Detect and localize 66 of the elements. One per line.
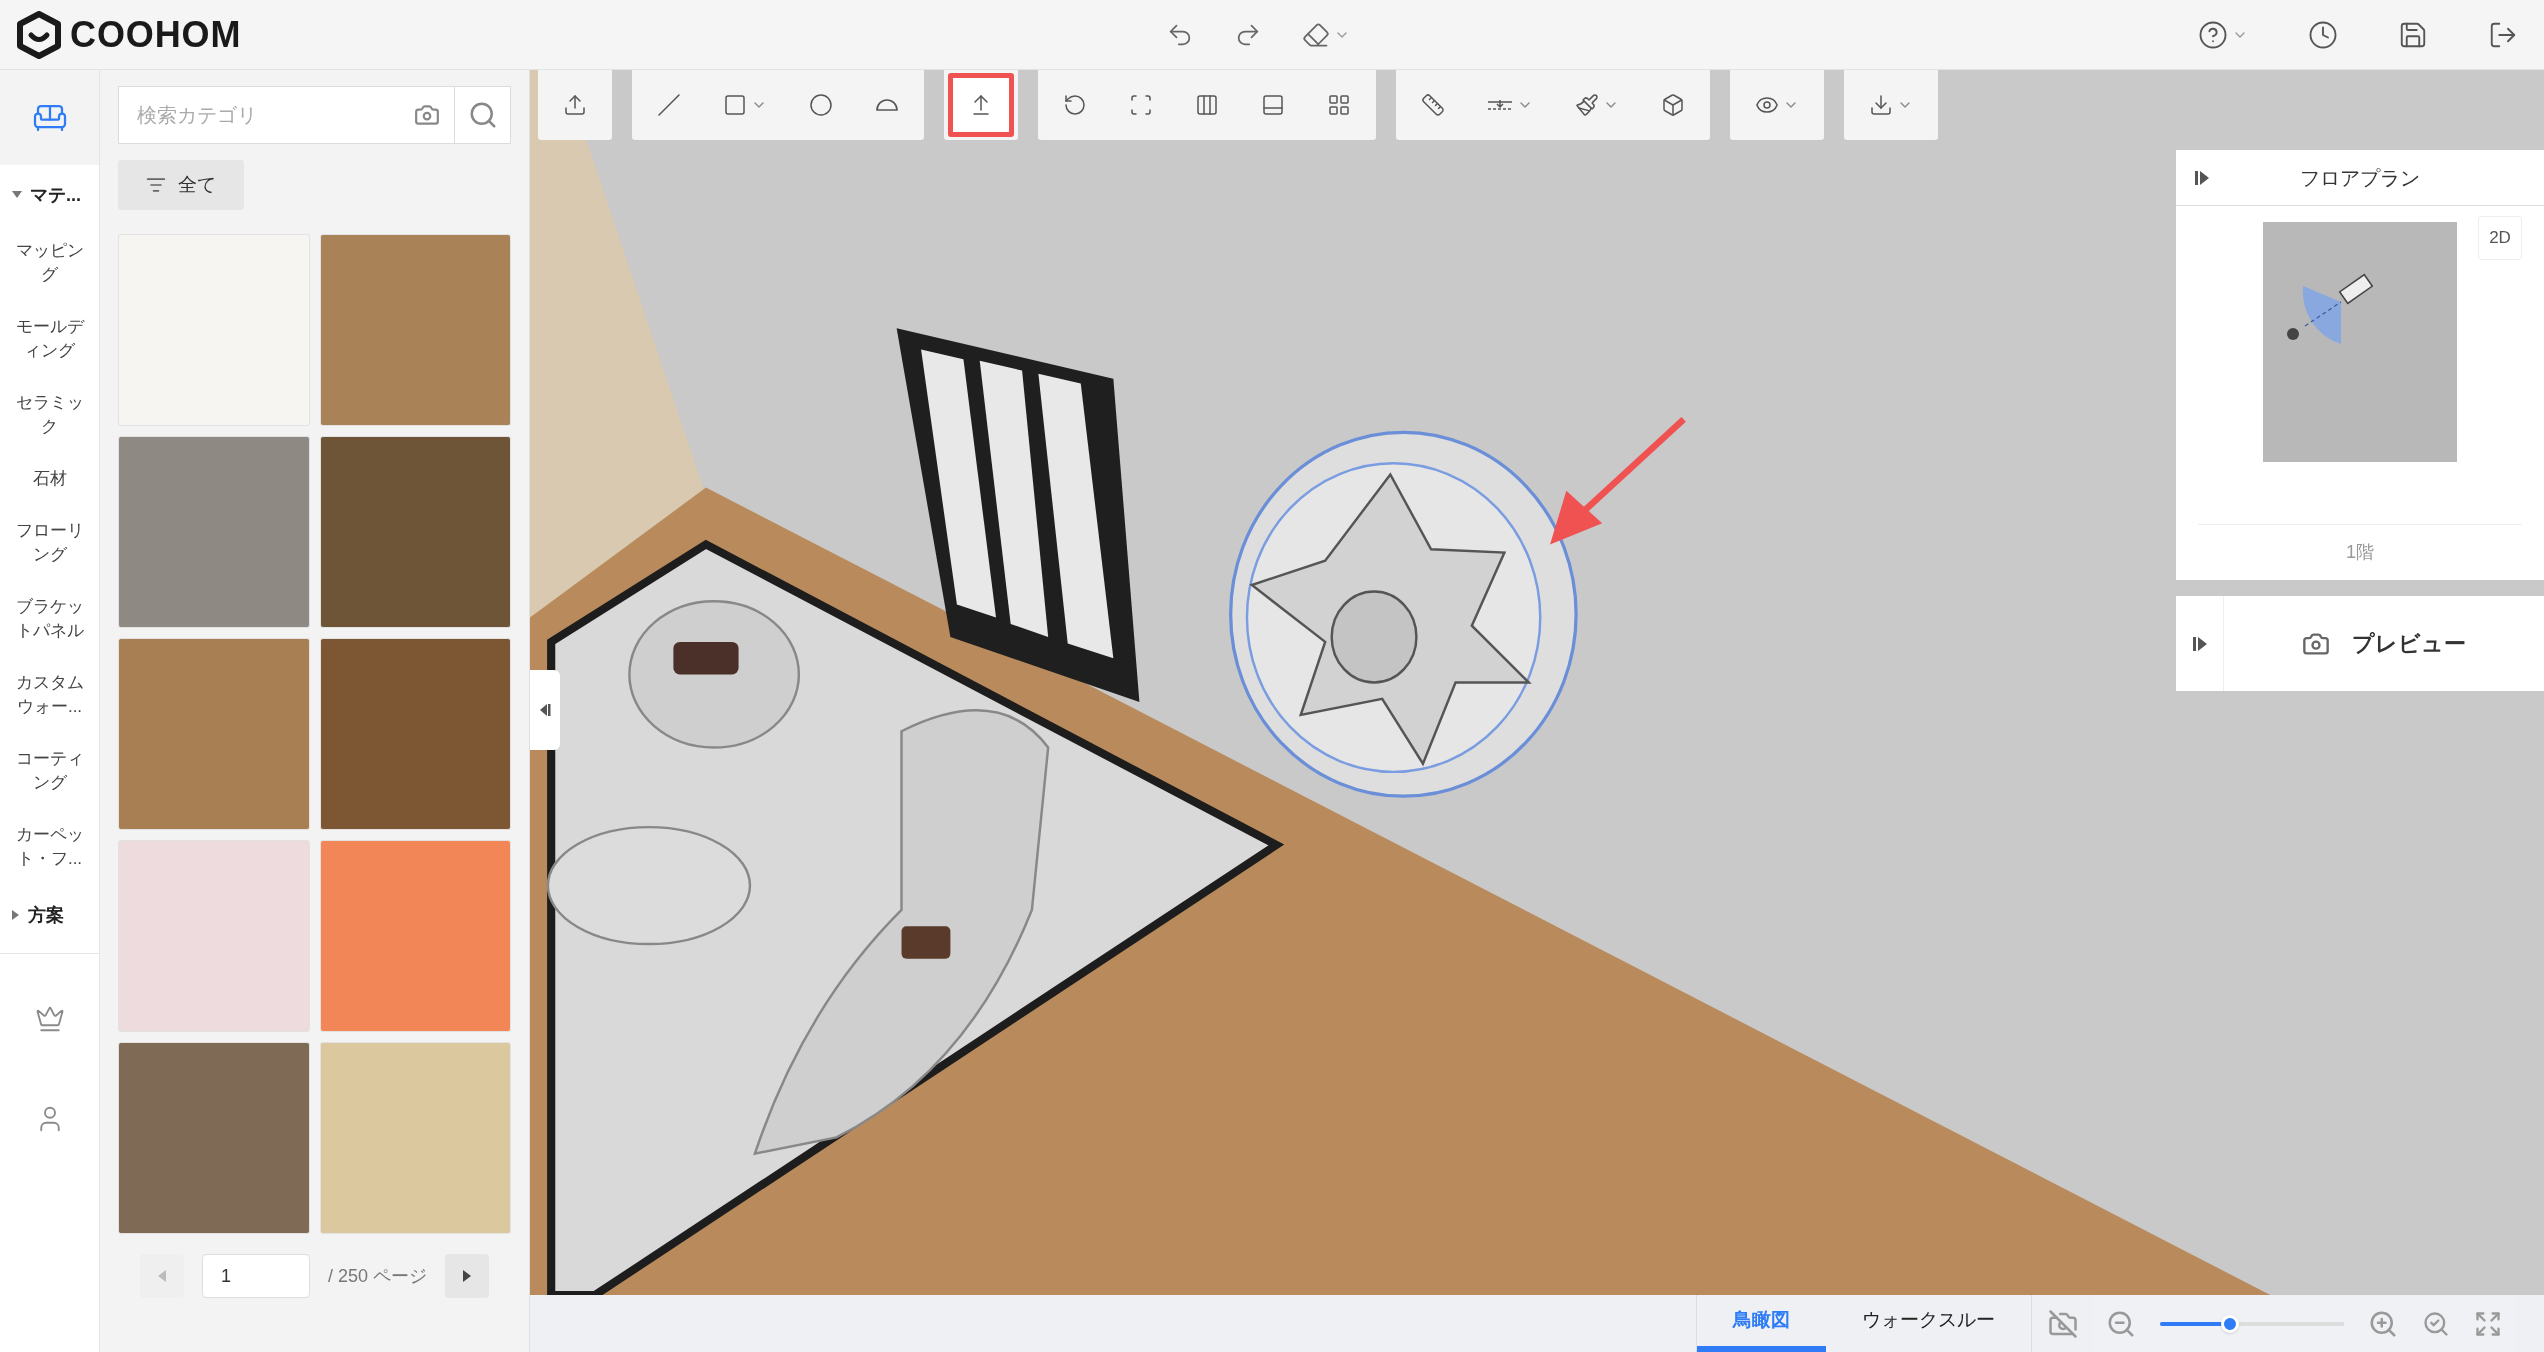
logo-text: COOHOM xyxy=(70,12,242,57)
triangle-right-icon xyxy=(463,1270,471,1282)
material-swatch[interactable] xyxy=(319,234,511,426)
line-icon xyxy=(657,93,681,117)
category-item[interactable]: マッピング xyxy=(0,225,99,301)
material-swatch[interactable] xyxy=(118,436,310,628)
clock-icon xyxy=(2308,19,2338,50)
columns-icon xyxy=(1195,93,1219,117)
caret-down-icon xyxy=(12,191,22,199)
view-tab[interactable]: ウォークスルー xyxy=(1826,1295,2031,1352)
ruler-icon xyxy=(1421,93,1445,117)
search-input[interactable]: 検索カテゴリ xyxy=(119,87,414,143)
rotate-icon xyxy=(1063,93,1087,117)
category-item[interactable]: カーペット・フ... xyxy=(0,809,99,885)
rail-tab[interactable] xyxy=(0,70,99,165)
triangle-left-icon xyxy=(157,1270,166,1282)
caret-right-icon xyxy=(12,910,20,920)
logo-icon xyxy=(16,10,62,59)
page-input[interactable]: 1 xyxy=(201,1254,310,1298)
category-item[interactable]: ブラケットパネル xyxy=(0,581,99,657)
rail-button[interactable] xyxy=(34,1004,65,1034)
category-item[interactable]: カスタムウォー... xyxy=(0,657,99,733)
material-swatch[interactable] xyxy=(319,638,511,830)
material-swatch[interactable] xyxy=(118,840,310,1032)
sort-icon xyxy=(146,175,166,195)
category-item[interactable]: コーティング xyxy=(0,733,99,809)
preview-button[interactable]: プレビュー xyxy=(2224,627,2544,660)
download-icon xyxy=(1869,93,1893,117)
material-swatch[interactable] xyxy=(319,436,511,628)
search-field[interactable]: 検索カテゴリ xyxy=(118,86,455,144)
material-swatch[interactable] xyxy=(319,1042,511,1234)
panel-icon xyxy=(1261,93,1285,117)
panel-title: フロアプラン xyxy=(2299,165,2421,191)
next-page-button[interactable] xyxy=(445,1254,489,1298)
dashed-frame-icon xyxy=(1129,93,1153,117)
filter-button[interactable]: 全て xyxy=(118,160,244,210)
toolbar-button[interactable] xyxy=(2308,19,2338,50)
square-icon xyxy=(723,93,747,117)
cube-icon xyxy=(1661,93,1685,117)
upload-icon xyxy=(563,93,587,117)
material-swatch[interactable] xyxy=(118,1042,310,1234)
category-header[interactable]: マテ... xyxy=(0,165,99,225)
material-swatch[interactable] xyxy=(118,638,310,830)
search-button[interactable] xyxy=(455,86,511,144)
help-icon xyxy=(2198,19,2228,50)
category-header[interactable]: 方案 xyxy=(0,885,99,945)
brush-icon xyxy=(1575,93,1599,117)
collapse-panel-handle[interactable] xyxy=(530,670,560,750)
level-line-icon xyxy=(1487,99,1513,111)
category-item[interactable]: フローリング xyxy=(0,505,99,581)
view-mode-button[interactable]: 2D xyxy=(2478,216,2522,260)
category-item[interactable]: セラミック xyxy=(0,377,99,453)
circle-icon xyxy=(809,93,833,117)
category-item[interactable]: モールディング xyxy=(0,301,99,377)
expand-icon[interactable] xyxy=(2194,169,2210,186)
page-total: / 250 ページ xyxy=(327,1264,427,1288)
fullscreen-icon[interactable] xyxy=(2474,1309,2502,1338)
zoom-slider-thumb[interactable] xyxy=(2220,1314,2239,1333)
floor-label: 1階 xyxy=(2345,541,2375,564)
collapse-left-icon xyxy=(539,703,551,717)
grid-icon xyxy=(1327,93,1351,117)
crown-icon xyxy=(34,1004,65,1034)
expand-icon[interactable] xyxy=(2191,635,2208,652)
category-item[interactable]: 石材 xyxy=(0,453,99,505)
material-swatch[interactable] xyxy=(319,840,511,1032)
zoom-fit-icon[interactable] xyxy=(2422,1309,2450,1338)
